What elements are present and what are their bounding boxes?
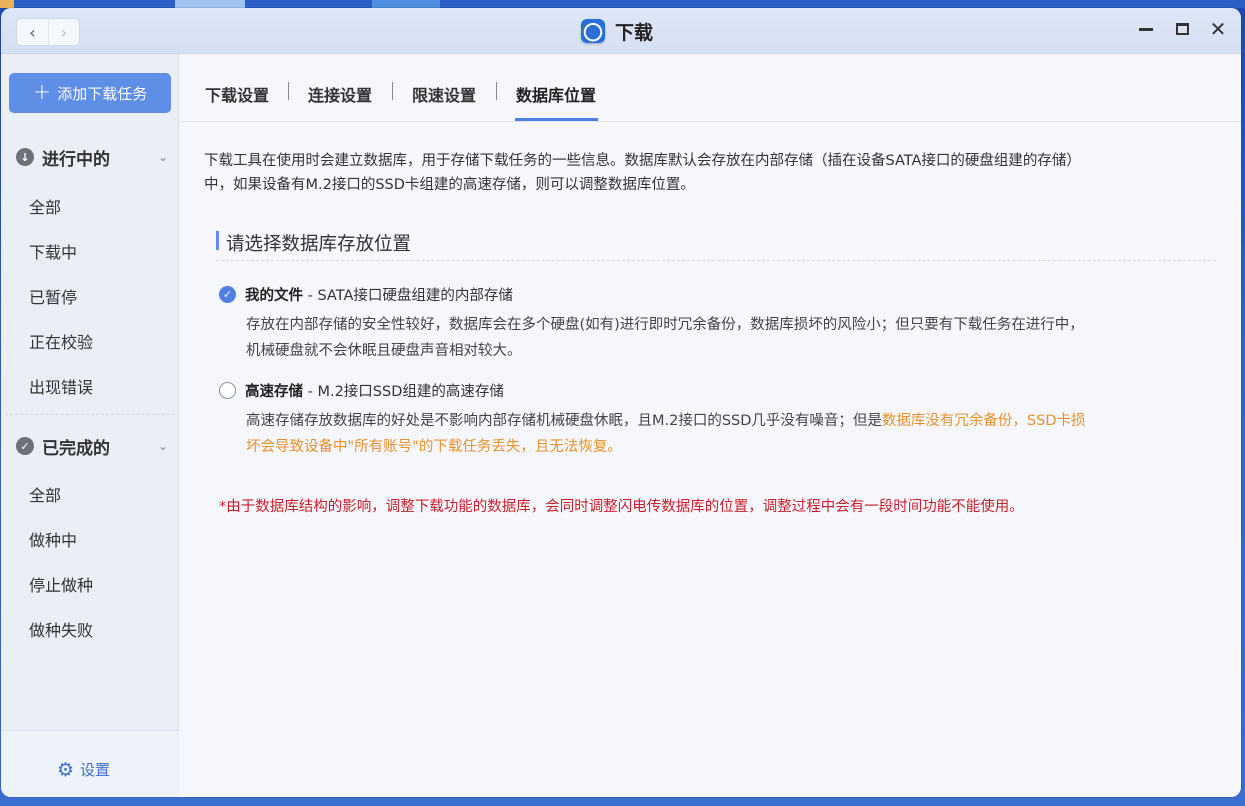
description-line: 中，如果设备有M.2接口的SSD卡组建的高速存储，则可以调整数据库位置。	[204, 177, 695, 193]
desktop-icon	[0, 0, 14, 8]
option-name: 高速存储	[245, 384, 303, 400]
add-download-task-label: 添加下载任务	[57, 84, 148, 103]
maximize-button[interactable]	[1173, 18, 1191, 40]
description-line: 下载工具在使用时会建立数据库，用于存储下载任务的一些信息。数据库默认会存放在内部…	[204, 153, 1081, 169]
minimize-icon	[1139, 27, 1153, 31]
sidebar-divider	[5, 414, 175, 415]
close-icon: ✕	[1209, 17, 1227, 41]
option-warning-text: 数据库没有冗余备份，SSD卡损	[881, 413, 1086, 429]
gear-icon: ⚙	[57, 758, 75, 781]
sidebar: + 添加下载任务 ↓ 进行中的 ⌄ 全部 下载中 已暂停 正在校验 出现错误 ✓…	[1, 54, 179, 797]
settings-tabs: 下载设置 连接设置 限速设置 数据库位置	[180, 54, 1241, 122]
tab-connection-settings[interactable]: 连接设置	[308, 82, 372, 106]
option-my-files: ✓ 我的文件 - SATA接口硬盘组建的内部存储 存放在内部存储的安全性较好，数…	[219, 284, 1196, 364]
radio-unchecked-icon[interactable]	[219, 382, 236, 399]
option-warning-text: 坏会导致设备中"所有账号"的下载任务丢失，且无法恢复。	[246, 439, 622, 455]
settings-button[interactable]: ⚙ 设置	[57, 759, 110, 780]
sidebar-footer: ⚙ 设置	[1, 730, 179, 797]
option-detail: 高速存储存放数据库的好处是不影响内部存储机械硬盘休眠，且M.2接口的SSD几乎没…	[246, 408, 1196, 460]
plus-icon: +	[32, 80, 52, 105]
option-detail-line: 存放在内部存储的安全性较好，数据库会在多个硬盘(如有)进行即时冗余备份，数据库损…	[246, 317, 1084, 333]
option-high-speed-row[interactable]: 高速存储 - M.2接口SSD组建的高速存储	[219, 380, 1196, 401]
window-controls: ✕	[1137, 18, 1227, 40]
forward-button[interactable]: ›	[48, 19, 79, 45]
section-completed-label: 已完成的	[42, 438, 110, 459]
sidebar-item-paused[interactable]: 已暂停	[29, 284, 77, 308]
sidebar-item-completed-all[interactable]: 全部	[29, 482, 61, 506]
minimize-button[interactable]	[1137, 18, 1155, 40]
nav-buttons: ‹ ›	[16, 18, 80, 46]
section-divider	[216, 260, 1216, 261]
back-button[interactable]: ‹	[17, 19, 48, 45]
option-subtitle: - SATA接口硬盘组建的内部存储	[303, 288, 513, 304]
main-panel: 下载设置 连接设置 限速设置 数据库位置 下载工具在使用时会建立数据库，用于存储…	[180, 54, 1241, 797]
option-detail-line: 机械硬盘就不会休眠且硬盘声音相对较大。	[246, 343, 522, 359]
sidebar-item-downloading[interactable]: 下载中	[29, 239, 77, 263]
chevron-right-icon: ›	[60, 22, 68, 42]
section-accent-bar	[216, 231, 219, 250]
section-in-progress-label: 进行中的	[42, 149, 110, 170]
option-detail-text: 高速存储存放数据库的好处是不影响内部存储机械硬盘休眠，且M.2接口的SSD几乎没…	[246, 413, 882, 429]
section-title: 请选择数据库存放位置	[226, 234, 412, 255]
option-name: 我的文件	[245, 288, 303, 304]
download-circle-icon: ↓	[16, 148, 34, 166]
sidebar-item-seeding-failed[interactable]: 做种失败	[29, 617, 93, 641]
tab-speed-limit-settings[interactable]: 限速设置	[412, 82, 476, 106]
title-bar: ‹ › 下载 ✕	[1, 8, 1241, 54]
tab-database-location[interactable]: 数据库位置	[516, 82, 596, 106]
chevron-down-icon: ⌄	[157, 150, 168, 164]
add-download-task-button[interactable]: + 添加下载任务	[9, 73, 171, 113]
database-description: 下载工具在使用时会建立数据库，用于存储下载任务的一些信息。数据库默认会存放在内部…	[204, 149, 1204, 197]
section-completed[interactable]: ✓ 已完成的 ⌄	[16, 433, 168, 459]
sidebar-item-seeding[interactable]: 做种中	[29, 527, 77, 551]
tab-download-settings[interactable]: 下载设置	[205, 82, 269, 106]
check-circle-icon: ✓	[16, 437, 34, 455]
desktop-icon	[175, 0, 245, 8]
sidebar-item-all[interactable]: 全部	[29, 194, 61, 218]
active-tab-indicator	[515, 118, 598, 121]
sidebar-item-error[interactable]: 出现错误	[29, 374, 93, 398]
sidebar-item-verifying[interactable]: 正在校验	[29, 329, 93, 353]
settings-label: 设置	[80, 761, 111, 779]
chevron-left-icon: ‹	[29, 22, 36, 42]
desktop-icon	[372, 0, 440, 8]
tab-divider	[288, 82, 289, 100]
download-app-icon	[581, 19, 605, 43]
download-window: ‹ › 下载 ✕ + 添加下载任务 ↓ 进行中的 ⌄ 全部 下载中 已暂停 正在…	[1, 8, 1241, 797]
radio-checked-icon[interactable]: ✓	[219, 286, 236, 303]
option-subtitle: - M.2接口SSD组建的高速存储	[303, 384, 504, 400]
section-in-progress[interactable]: ↓ 进行中的 ⌄	[16, 144, 168, 170]
migration-note: *由于数据库结构的影响，调整下载功能的数据库，会同时调整闪电传数据库的位置，调整…	[219, 499, 1024, 515]
option-my-files-row[interactable]: ✓ 我的文件 - SATA接口硬盘组建的内部存储	[219, 284, 1196, 305]
option-high-speed-storage: 高速存储 - M.2接口SSD组建的高速存储 高速存储存放数据库的好处是不影响内…	[219, 380, 1196, 460]
chevron-down-icon: ⌄	[157, 439, 168, 453]
sidebar-item-stopped-seeding[interactable]: 停止做种	[29, 572, 93, 596]
option-detail: 存放在内部存储的安全性较好，数据库会在多个硬盘(如有)进行即时冗余备份，数据库损…	[246, 312, 1196, 364]
desktop-background	[0, 0, 1245, 8]
tab-divider	[496, 82, 497, 100]
window-title-group: 下载	[581, 17, 653, 45]
tab-divider	[392, 82, 393, 100]
maximize-icon	[1175, 23, 1189, 35]
window-title: 下载	[615, 21, 654, 44]
close-button[interactable]: ✕	[1209, 18, 1227, 40]
